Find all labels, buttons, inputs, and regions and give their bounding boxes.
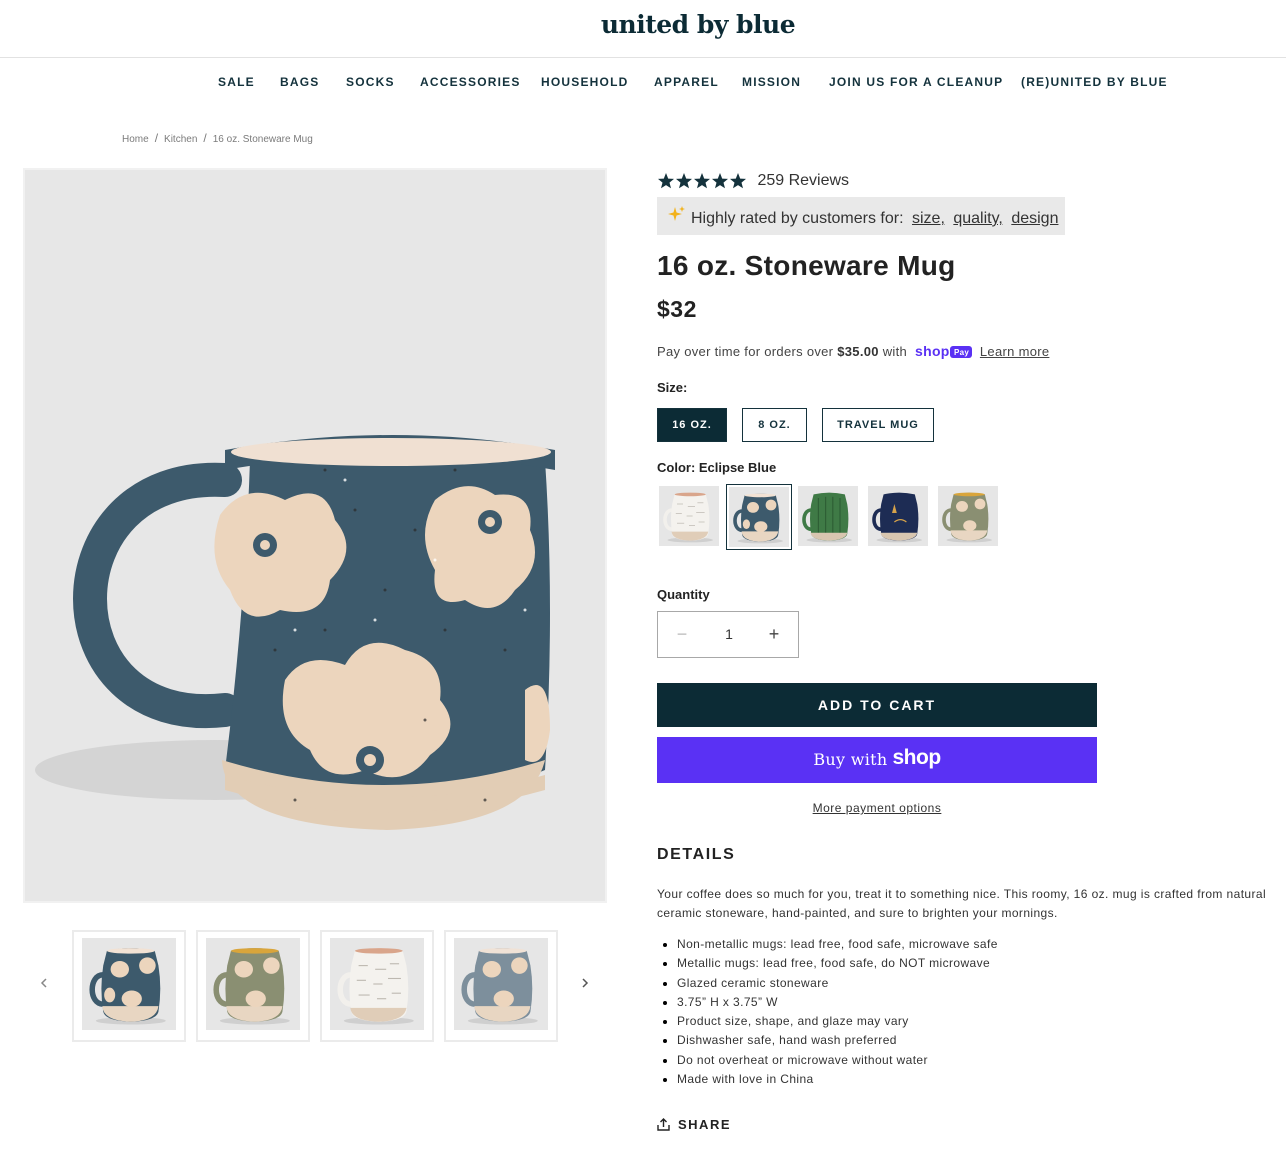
color-swatch-olive[interactable]: [936, 484, 1002, 550]
list-item: Product size, shape, and glaze may vary: [677, 1012, 1277, 1031]
site-logo[interactable]: united by blue: [0, 10, 1286, 39]
nav-item-cleanup[interactable]: JOIN US FOR A CLEANUP: [829, 75, 1003, 89]
quantity-input[interactable]: 1: [698, 626, 760, 642]
svg-text:Pay: Pay: [954, 348, 969, 357]
product-description: Your coffee does so much for you, treat …: [657, 887, 1267, 920]
product-reviews[interactable]: 259 Reviews: [657, 172, 849, 194]
product-title: 16 oz. Stoneware Mug: [657, 250, 956, 281]
nav-item-accessories[interactable]: ACCESSORIES: [420, 75, 521, 89]
add-to-cart-button[interactable]: ADD TO CART: [657, 683, 1097, 727]
thumbnail-slate-blue[interactable]: [444, 930, 558, 1042]
site-header: united by blue: [0, 0, 1286, 58]
details-list: Non-metallic mugs: lead free, food safe,…: [677, 935, 1277, 1089]
chevron-right-icon[interactable]: [577, 976, 593, 996]
breadcrumb-separator: /: [154, 131, 159, 145]
product-main-image[interactable]: [23, 168, 607, 903]
quantity-label: Quantity: [657, 587, 710, 602]
svg-text:shop: shop: [915, 344, 950, 359]
buy-with-shop-button[interactable]: Buy with shop: [657, 737, 1097, 783]
list-item: Made with love in China: [677, 1070, 1277, 1089]
list-item: Non-metallic mugs: lead free, food safe,…: [677, 935, 1277, 954]
mug-image: [35, 435, 555, 830]
sparkle-icon: [668, 206, 685, 221]
breadcrumb-category[interactable]: Kitchen: [164, 134, 197, 145]
chevron-left-icon[interactable]: [36, 976, 52, 996]
share-button[interactable]: SHARE: [657, 1117, 731, 1132]
size-label: Size:: [657, 380, 688, 395]
list-item: Do not overheat or microwave without wat…: [677, 1051, 1277, 1070]
main-nav: SALE BAGS SOCKS ACCESSORIES HOUSEHOLD AP…: [0, 58, 1286, 106]
highlight-prefix: Highly rated by customers for:: [691, 210, 904, 227]
color-swatch-white[interactable]: [657, 484, 723, 550]
nav-item-socks[interactable]: SOCKS: [346, 75, 395, 89]
thumbnail-slider: [0, 928, 630, 1044]
installments-prefix: Pay over time for orders over: [657, 344, 834, 359]
highlight-tag-design[interactable]: design: [1011, 210, 1058, 227]
minus-icon[interactable]: −: [672, 624, 692, 645]
thumbnail-olive[interactable]: [196, 930, 310, 1042]
nav-item-sale[interactable]: SALE: [218, 75, 255, 89]
color-swatch-eclipse-blue[interactable]: [726, 484, 792, 550]
nav-item-bags[interactable]: BAGS: [280, 75, 319, 89]
reviews-count[interactable]: 259 Reviews: [757, 172, 849, 190]
nav-item-household[interactable]: HOUSEHOLD: [541, 75, 628, 89]
learn-more-link[interactable]: Learn more: [980, 344, 1049, 359]
share-icon: [657, 1118, 670, 1131]
list-item: Dishwasher safe, hand wash preferred: [677, 1031, 1277, 1050]
list-item: Metallic mugs: lead free, food safe, do …: [677, 954, 1277, 973]
thumbnail-white[interactable]: [320, 930, 434, 1042]
plus-icon[interactable]: +: [764, 624, 784, 645]
installments-amount: $35.00: [837, 344, 879, 359]
color-swatch-green[interactable]: [796, 484, 862, 550]
color-label: Color: Eclipse Blue: [657, 460, 777, 475]
list-item: Glazed ceramic stoneware: [677, 974, 1277, 993]
highlight-tag-quality[interactable]: quality,: [953, 210, 1003, 227]
nav-item-apparel[interactable]: APPAREL: [654, 75, 719, 89]
color-swatch-navy[interactable]: [866, 484, 932, 550]
product-price: $32: [657, 296, 697, 322]
more-payment-options-link[interactable]: More payment options: [657, 801, 1097, 815]
highlight-tag-size[interactable]: size,: [912, 210, 945, 227]
review-highlights: Highly rated by customers for: size, qua…: [657, 197, 1065, 235]
nav-item-mission[interactable]: MISSION: [742, 75, 801, 89]
list-item: 3.75” H x 3.75” W: [677, 993, 1277, 1012]
size-option-8oz[interactable]: 8 OZ.: [742, 408, 807, 442]
breadcrumb-separator: /: [203, 131, 207, 145]
size-option-16oz[interactable]: 16 OZ.: [657, 408, 727, 442]
star-rating-icon: [658, 173, 746, 189]
shop-logo-text: shop: [892, 746, 941, 769]
installments-with: with: [882, 344, 908, 359]
buy-with-text: Buy with: [813, 750, 888, 769]
shop-pay-logo-icon: shop Pay: [915, 344, 972, 359]
thumbnail-eclipse-blue[interactable]: [72, 930, 186, 1042]
breadcrumb: Home / Kitchen / 16 oz. Stoneware Mug: [122, 131, 313, 145]
quantity-stepper: − 1 +: [657, 611, 799, 658]
shop-pay-installments: Pay over time for orders over $35.00 wit…: [657, 344, 1049, 359]
nav-item-reunited[interactable]: (RE)UNITED BY BLUE: [1021, 75, 1168, 89]
breadcrumb-home[interactable]: Home: [122, 134, 149, 145]
size-option-travel-mug[interactable]: TRAVEL MUG: [822, 408, 934, 442]
breadcrumb-current: 16 oz. Stoneware Mug: [212, 134, 313, 145]
details-heading: DETAILS: [657, 846, 736, 863]
share-label: SHARE: [678, 1117, 732, 1132]
